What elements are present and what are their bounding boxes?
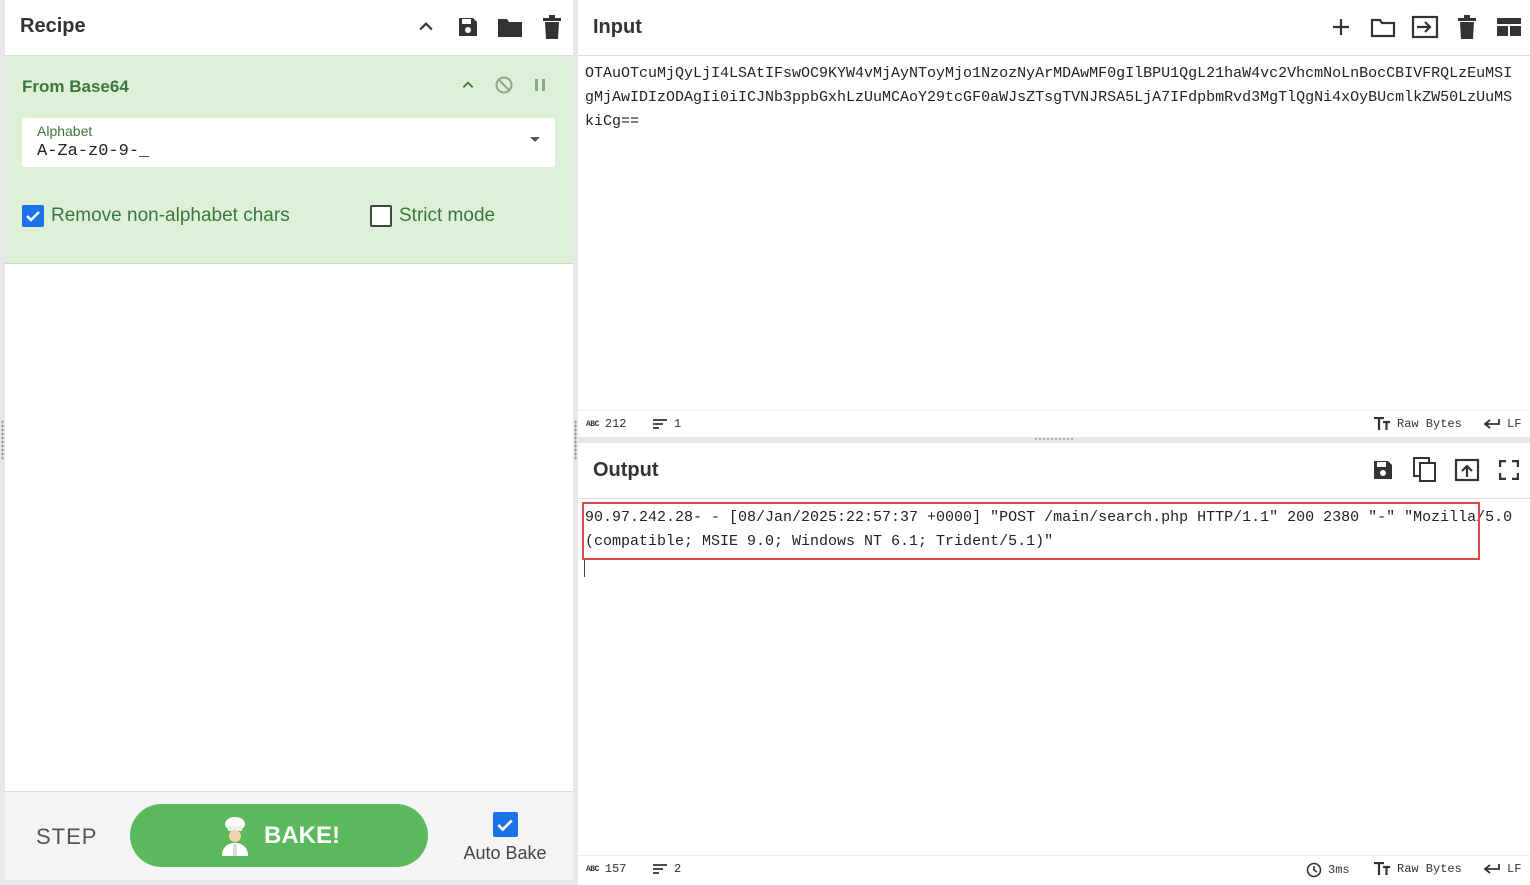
text-cursor [584, 560, 585, 577]
output-encoding[interactable]: Raw Bytes [1373, 862, 1462, 876]
alphabet-select[interactable]: Alphabet A-Za-z0-9-_ [22, 118, 555, 167]
reset-layout-icon[interactable] [1488, 12, 1530, 42]
abc-icon: ABC [586, 864, 599, 874]
strict-mode-label: Strict mode [399, 205, 496, 226]
open-folder-icon[interactable] [1362, 12, 1404, 42]
clear-input-icon[interactable] [1446, 12, 1488, 42]
output-length: ABC 157 [586, 862, 627, 876]
abc-icon: ABC [586, 419, 599, 429]
lines-icon [652, 863, 668, 875]
alphabet-label: Alphabet [37, 123, 93, 139]
bake-button[interactable]: BAKE! [130, 804, 428, 867]
input-eol[interactable]: LF [1483, 417, 1521, 431]
output-text[interactable]: 90.97.242.28- - [08/Jan/2025:22:57:37 +0… [585, 506, 1520, 554]
recipe-pane: Recipe From Base64 Alphabet A-Za-z0-9-_ … [5, 0, 573, 880]
left-resize-handle[interactable] [1, 420, 4, 460]
io-resize-handle[interactable] [1034, 437, 1074, 441]
operation-from-base64[interactable]: From Base64 Alphabet A-Za-z0-9-_ Remove [5, 56, 573, 264]
return-icon [1483, 418, 1501, 430]
remove-non-alphabet-checkbox[interactable]: Remove non-alphabet chars [22, 205, 290, 227]
output-lines: 2 [652, 862, 681, 876]
collapse-all-icon[interactable] [405, 12, 447, 42]
load-recipe-icon[interactable] [489, 12, 531, 42]
recipe-title: Recipe [20, 15, 86, 37]
auto-bake-label: Auto Bake [463, 843, 547, 863]
text-size-icon [1373, 417, 1391, 431]
input-title: Input [593, 16, 642, 38]
input-header: Input [578, 0, 1530, 56]
input-pane: Input OTAuOTcuMjQyLjI4LSAtIFswOC9KYW4vMj… [578, 0, 1530, 437]
output-statusbar: ABC 157 2 3ms Raw Bytes LF [578, 855, 1530, 882]
output-eol[interactable]: LF [1483, 862, 1521, 876]
step-button[interactable]: STEP [36, 824, 97, 850]
return-icon [1483, 863, 1501, 875]
chevron-up-icon[interactable] [453, 72, 483, 98]
checkbox-unchecked-icon[interactable] [370, 205, 392, 227]
checkbox-checked-icon[interactable] [492, 812, 518, 837]
save-output-icon[interactable] [1362, 455, 1404, 485]
copy-output-icon[interactable] [1404, 455, 1446, 485]
bake-label: BAKE! [264, 821, 340, 849]
alphabet-value: A-Za-z0-9-_ [37, 142, 150, 161]
checkbox-checked-icon[interactable] [22, 205, 44, 227]
output-pane: Output 90.97.242.28- - [08/Jan/2025:22:5… [578, 443, 1530, 885]
recipe-header: Recipe [5, 0, 573, 56]
lines-icon [652, 418, 668, 430]
input-statusbar: ABC 212 1 Raw Bytes LF [578, 410, 1530, 437]
clear-recipe-icon[interactable] [531, 12, 573, 42]
save-recipe-icon[interactable] [447, 12, 489, 42]
auto-bake-toggle[interactable]: Auto Bake [455, 812, 555, 864]
add-tab-icon[interactable] [1320, 12, 1362, 42]
clock-icon [1306, 862, 1322, 878]
disable-icon[interactable] [489, 72, 519, 98]
input-encoding[interactable]: Raw Bytes [1373, 417, 1462, 431]
strict-mode-checkbox[interactable]: Strict mode [370, 205, 495, 227]
bake-time: 3ms [1306, 862, 1350, 878]
caret-down-icon[interactable] [529, 136, 541, 144]
operation-title: From Base64 [22, 77, 129, 96]
replace-input-icon[interactable] [1446, 455, 1488, 485]
remove-non-alphabet-label: Remove non-alphabet chars [51, 205, 290, 226]
input-lines: 1 [652, 417, 681, 431]
input-length: ABC 212 [586, 417, 627, 431]
open-file-icon[interactable] [1404, 12, 1446, 42]
output-title: Output [593, 459, 659, 481]
maximize-icon[interactable] [1488, 455, 1530, 485]
center-resize-handle[interactable] [574, 420, 577, 460]
chef-icon [218, 816, 252, 856]
input-text[interactable]: OTAuOTcuMjQyLjI4LSAtIFswOC9KYW4vMjAyNToy… [585, 62, 1520, 134]
text-size-icon [1373, 862, 1391, 876]
pause-icon[interactable] [525, 72, 555, 98]
output-header: Output [578, 443, 1530, 499]
recipe-footer: STEP BAKE! Auto Bake [5, 791, 573, 880]
